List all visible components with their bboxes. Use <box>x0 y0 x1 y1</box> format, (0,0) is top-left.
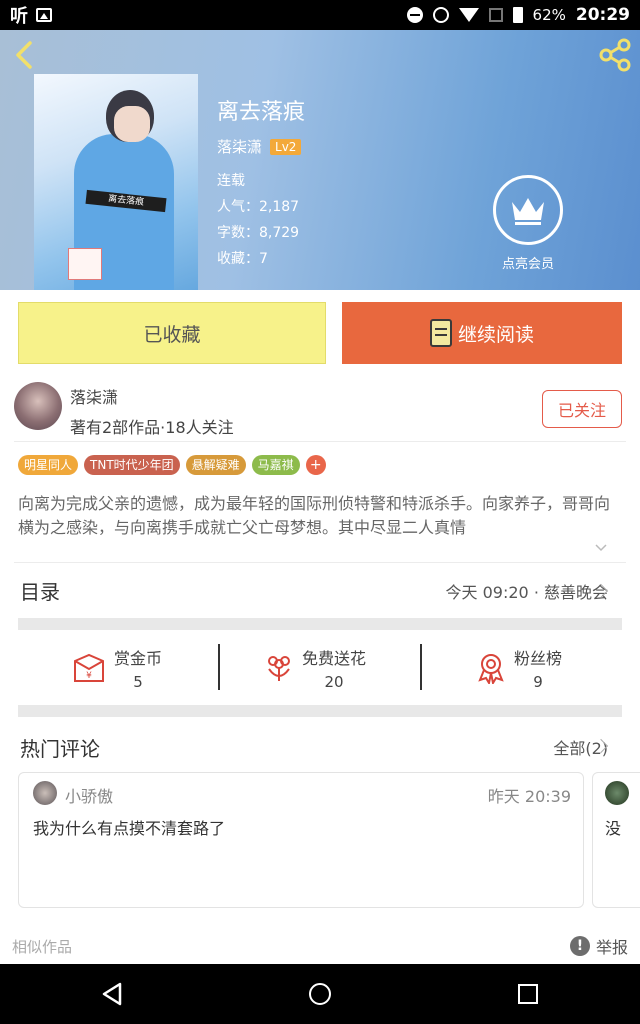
book-title: 离去落痕 <box>217 100 306 125</box>
favorited-button[interactable]: 已收藏 <box>18 302 326 364</box>
battery-percent: 62% <box>532 6 566 24</box>
author-card-stats: 著有2部作品·18人关注 <box>70 418 234 437</box>
svg-text:¥: ¥ <box>86 671 92 681</box>
section-separator <box>18 618 622 630</box>
comment-card[interactable]: 没 <box>592 772 640 908</box>
alarm-icon <box>432 7 449 23</box>
tag[interactable]: TNT时代少年团 <box>84 455 180 475</box>
reward-coins-button[interactable]: ¥ 赏金币 5 <box>72 644 162 692</box>
stat-divider <box>218 644 220 690</box>
favorited-label: 已收藏 <box>143 323 201 346</box>
comment-text: 我为什么有点摸不清套路了 <box>33 819 226 838</box>
comment-card[interactable]: 小骄傲 昨天 20:39 我为什么有点摸不清套路了 <box>18 772 584 908</box>
app-notification-icon: 听 <box>10 6 28 27</box>
report-label: 举报 <box>595 938 628 957</box>
warning-icon: ! <box>569 936 590 956</box>
stat-label: 免费送花 <box>302 649 367 668</box>
book-icon <box>429 319 452 347</box>
book-favorites: 收藏：7 <box>217 251 268 267</box>
book-description: 向离为完成父亲的遗憾，成为最年轻的国际刑侦特警和特派杀手。向家养子，哥哥向横为之… <box>18 494 611 537</box>
stat-label: 粉丝榜 <box>514 649 563 668</box>
share-button[interactable] <box>598 38 632 72</box>
no-signal-icon <box>488 8 503 22</box>
report-button[interactable]: ! 举报 <box>569 934 628 958</box>
book-word-count: 字数：8,729 <box>217 225 300 241</box>
back-button[interactable] <box>12 40 38 70</box>
vip-button[interactable]: 点亮会员 <box>492 175 564 272</box>
nav-back-icon[interactable] <box>100 982 124 1006</box>
stat-value: 9 <box>533 673 543 691</box>
divider <box>14 441 626 442</box>
book-status: 连载 <box>217 173 245 189</box>
toc-latest-chapter: 今天 09:20 · 慈善晚会 <box>445 583 608 602</box>
nav-recents-icon[interactable] <box>518 984 538 1004</box>
section-separator <box>18 705 622 717</box>
send-flowers-button[interactable]: 免费送花 20 <box>264 644 366 692</box>
fan-ranking-button[interactable]: 粉丝榜 9 <box>476 644 562 692</box>
author-card-name[interactable]: 落柒潇 <box>70 384 118 408</box>
tag-list: 明星同人 TNT时代少年团 悬解疑难 马嘉祺 + <box>18 455 326 475</box>
continue-reading-label: 继续阅读 <box>457 323 534 346</box>
comment-text: 没 <box>605 819 622 838</box>
book-author[interactable]: 落柒潇 <box>217 136 262 157</box>
followed-label: 已关注 <box>557 401 606 420</box>
tag[interactable]: 马嘉祺 <box>251 455 300 475</box>
expand-chevron-icon[interactable] <box>594 540 608 554</box>
image-notification-icon <box>36 8 52 22</box>
vip-label: 点亮会员 <box>501 257 554 272</box>
status-bar: 听 62% 20:29 <box>0 0 640 30</box>
followed-button[interactable]: 已关注 <box>542 390 622 428</box>
book-header: 离去落痕 离去落痕 落柒潇 Lv2 连载 人气：2,187 字数：8,729 收… <box>0 30 640 290</box>
crown-icon <box>493 175 563 245</box>
wifi-icon <box>458 8 479 22</box>
commenter-avatar <box>33 781 57 805</box>
clock-time: 20:29 <box>575 5 630 25</box>
nav-home-icon[interactable] <box>309 983 331 1005</box>
cover-note <box>68 248 102 280</box>
back-arrow-icon <box>16 41 32 69</box>
add-tag-button[interactable]: + <box>305 455 326 475</box>
book-cover-image[interactable]: 离去落痕 <box>34 74 198 290</box>
hot-comments-title: 热门评论 <box>20 737 100 761</box>
book-popularity: 人气：2,187 <box>217 199 300 215</box>
continue-reading-button[interactable]: 继续阅读 <box>342 302 622 364</box>
author-avatar[interactable] <box>14 382 62 430</box>
comment-time: 昨天 20:39 <box>487 787 571 806</box>
author-level-badge: Lv2 <box>270 138 302 155</box>
commenter-name: 小骄傲 <box>65 787 114 806</box>
red-envelope-icon: ¥ <box>74 653 104 682</box>
stat-divider <box>420 644 422 690</box>
battery-icon <box>512 7 523 23</box>
tag[interactable]: 悬解疑难 <box>185 455 246 475</box>
medal-icon <box>478 654 504 684</box>
toc-title: 目录 <box>20 580 60 604</box>
do-not-disturb-icon <box>406 7 423 23</box>
system-nav-bar <box>0 964 640 1024</box>
cover-face <box>114 106 150 142</box>
author-line: 落柒潇 Lv2 <box>217 136 302 157</box>
stat-value: 20 <box>324 673 344 691</box>
divider <box>14 562 626 563</box>
commenter-avatar <box>605 781 629 805</box>
tag[interactable]: 明星同人 <box>18 455 79 475</box>
stat-value: 5 <box>133 673 143 691</box>
flower-icon <box>268 656 290 681</box>
stat-label: 赏金币 <box>114 649 163 668</box>
share-icon <box>599 38 631 72</box>
similar-works-title: 相似作品 <box>12 938 73 956</box>
